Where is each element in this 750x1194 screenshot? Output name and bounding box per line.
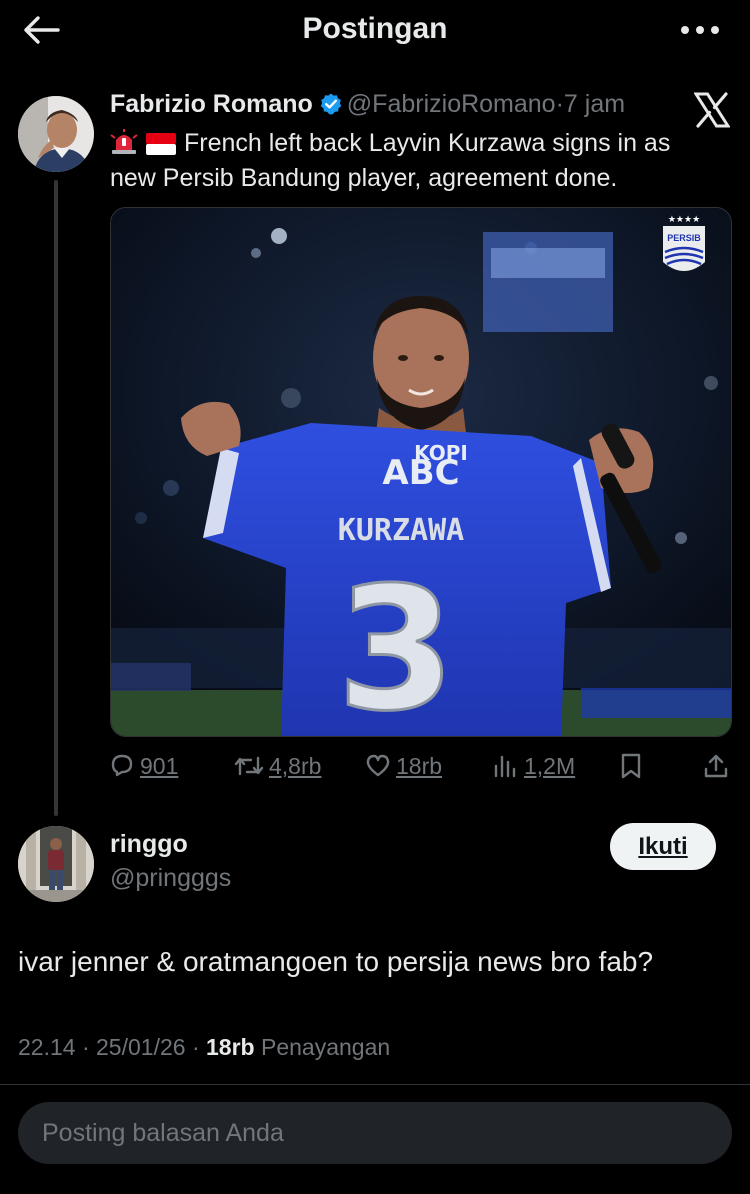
author-handle[interactable]: @FabrizioRomano: [347, 90, 556, 118]
reply-author-name[interactable]: ringgo: [110, 830, 188, 859]
repost-button[interactable]: 4,8rb: [233, 752, 321, 780]
svg-text:★★★★: ★★★★: [668, 214, 700, 224]
like-count: 18rb: [396, 752, 443, 779]
post-date[interactable]: 25/01/26: [96, 1034, 186, 1060]
avatar-portrait: [18, 826, 94, 902]
avatar[interactable]: [18, 826, 94, 902]
heart-icon: [366, 754, 390, 777]
reply-count: 901: [140, 752, 179, 779]
avatar[interactable]: [18, 96, 94, 172]
repost-icon: [234, 756, 264, 776]
post-actions-bar: 901 4,8rb 18rb 1,2M: [108, 752, 733, 790]
more-horizontal-icon: [681, 26, 719, 34]
post-time[interactable]: 7 jam: [564, 90, 625, 118]
jersey-name: KURZAWA: [338, 513, 464, 548]
views-count[interactable]: 18rb: [206, 1034, 255, 1060]
reply-author-handle[interactable]: @pringggs: [110, 864, 231, 893]
quoted-post-header: Fabrizio Romano @FabrizioRomano·7 jam: [110, 90, 625, 119]
share-icon: [704, 754, 728, 778]
views-button[interactable]: 1,2M: [492, 752, 575, 780]
indonesia-flag-icon: [146, 133, 176, 155]
reply-button[interactable]: 901: [108, 752, 178, 780]
separator-dot: ·: [191, 1034, 200, 1060]
post-time[interactable]: 22.14: [18, 1034, 76, 1060]
jersey-number: 3: [337, 551, 455, 737]
comment-icon: [111, 754, 133, 777]
views-count: 1,2M: [524, 752, 576, 779]
repost-count: 4,8rb: [269, 752, 322, 779]
separator-dot: ·: [555, 90, 564, 118]
page-title: Postingan: [302, 12, 448, 45]
quoted-post-body: French left back Layvin Kurzawa signs in…: [110, 129, 671, 192]
share-button[interactable]: [702, 752, 730, 780]
reply-text: ivar jenner & oratmangoen to persija new…: [18, 946, 654, 977]
verified-badge-icon: [320, 93, 342, 115]
jersey-sponsor: ABC: [382, 453, 459, 493]
rotating-light-icon: [110, 129, 138, 154]
thread-connector-line: [54, 180, 58, 816]
x-logo-icon[interactable]: [694, 92, 730, 128]
top-bar: Postingan: [0, 0, 750, 62]
bookmark-button[interactable]: [618, 752, 644, 780]
persib-badge: PERSIB ★★★★: [663, 214, 705, 271]
analytics-icon: [494, 755, 516, 778]
divider: [0, 1084, 750, 1085]
post-meta: 22.14 · 25/01/26 · 18rb Penayangan: [18, 1034, 390, 1061]
follow-button[interactable]: Ikuti: [610, 823, 716, 870]
more-options-button[interactable]: [678, 16, 722, 44]
avatar-portrait: [18, 96, 94, 172]
author-name[interactable]: Fabrizio Romano: [110, 90, 313, 118]
kurzawa-jersey-photo: PERSIB ★★★★ KOPI ABC KURZAWA 3: [111, 208, 731, 737]
like-button[interactable]: 18rb: [364, 752, 442, 780]
badge-text: PERSIB: [667, 233, 701, 243]
quoted-post-text: French left back Layvin Kurzawa signs in…: [110, 126, 720, 196]
views-label: Penayangan: [260, 1034, 391, 1060]
bookmark-icon: [621, 753, 641, 779]
post-image[interactable]: PERSIB ★★★★ KOPI ABC KURZAWA 3: [110, 207, 732, 737]
reply-composer-input[interactable]: [18, 1102, 732, 1164]
separator-dot: ·: [81, 1034, 90, 1060]
